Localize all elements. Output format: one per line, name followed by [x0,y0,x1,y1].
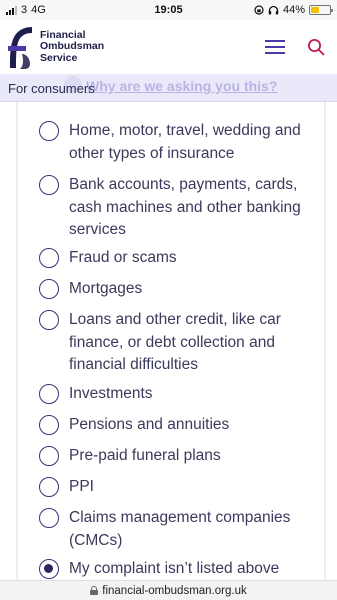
complaint-type-form: Home, motor, travel, wedding and other t… [0,102,337,580]
option-loans[interactable]: Loans and other credit, like car finance… [39,309,310,377]
radio-button[interactable] [39,446,59,466]
radio-button-selected[interactable] [39,559,59,579]
option-investments[interactable]: Investments [39,383,310,406]
why-asking-link[interactable]: Why are we asking you this? [86,78,277,94]
for-consumers-label[interactable]: For consumers [8,81,95,96]
option-banking[interactable]: Bank accounts, payments, cards, cash mac… [39,174,310,242]
option-label: Bank accounts, payments, cards, cash mac… [69,176,301,238]
radio-button[interactable] [39,415,59,435]
battery-fill [311,7,319,13]
fos-logo-icon[interactable] [6,24,34,70]
logo-line-3: Service [40,51,78,64]
option-pensions[interactable]: Pensions and annuities [39,414,310,437]
browser-url-bar[interactable]: financial-ombudsman.org.uk [0,580,337,600]
option-label: Claims management companies (CMCs) [69,509,291,549]
battery-icon [309,5,333,15]
radio-button[interactable] [39,121,59,141]
consumer-bar: Why are we asking you this? For consumer… [0,74,337,102]
option-label: Fraud or scams [69,249,177,266]
option-mortgages[interactable]: Mortgages [39,278,310,301]
radio-button[interactable] [39,508,59,528]
option-cmcs[interactable]: Claims management companies (CMCs) [39,507,310,552]
radio-button[interactable] [39,310,59,330]
radio-button[interactable] [39,279,59,299]
site-header: Financial Ombudsman Service [0,20,337,74]
option-fraud[interactable]: Fraud or scams [39,247,310,270]
option-label: My complaint isn’t listed above [69,560,280,577]
radio-button[interactable] [39,477,59,497]
option-label: Mortgages [69,280,143,297]
option-label: Pensions and annuities [69,416,230,433]
option-label: PPI [69,478,94,495]
header-actions [265,38,331,56]
status-right: 44% [254,4,333,16]
signal-icon [6,5,17,15]
status-bar: 3 4G 19:05 44% [0,0,337,20]
option-ppi[interactable]: PPI [39,476,310,499]
carrier-label: 3 [21,4,28,16]
radio-button[interactable] [39,175,59,195]
option-label: Investments [69,385,153,402]
option-label: Pre-paid funeral plans [69,447,221,464]
option-label: Loans and other credit, like car finance… [69,311,281,373]
logo-text[interactable]: Financial Ombudsman Service [40,29,104,65]
status-time: 19:05 [154,4,183,16]
option-insurance[interactable]: Home, motor, travel, wedding and other t… [39,120,310,165]
headphones-icon [268,5,279,15]
hamburger-menu-icon[interactable] [265,40,285,54]
status-left: 3 4G [6,4,46,16]
lock-rotation-icon [254,5,264,15]
battery-percent: 44% [282,4,305,16]
radio-button[interactable] [39,384,59,404]
network-label: 4G [31,4,46,16]
radio-button[interactable] [39,248,59,268]
search-icon[interactable] [307,38,325,56]
padlock-icon [90,586,99,595]
option-label: Home, motor, travel, wedding and other t… [69,122,301,162]
url-text: financial-ombudsman.org.uk [102,584,247,597]
option-not-listed[interactable]: My complaint isn’t listed above [39,558,310,580]
option-funeral-plans[interactable]: Pre-paid funeral plans [39,445,310,468]
